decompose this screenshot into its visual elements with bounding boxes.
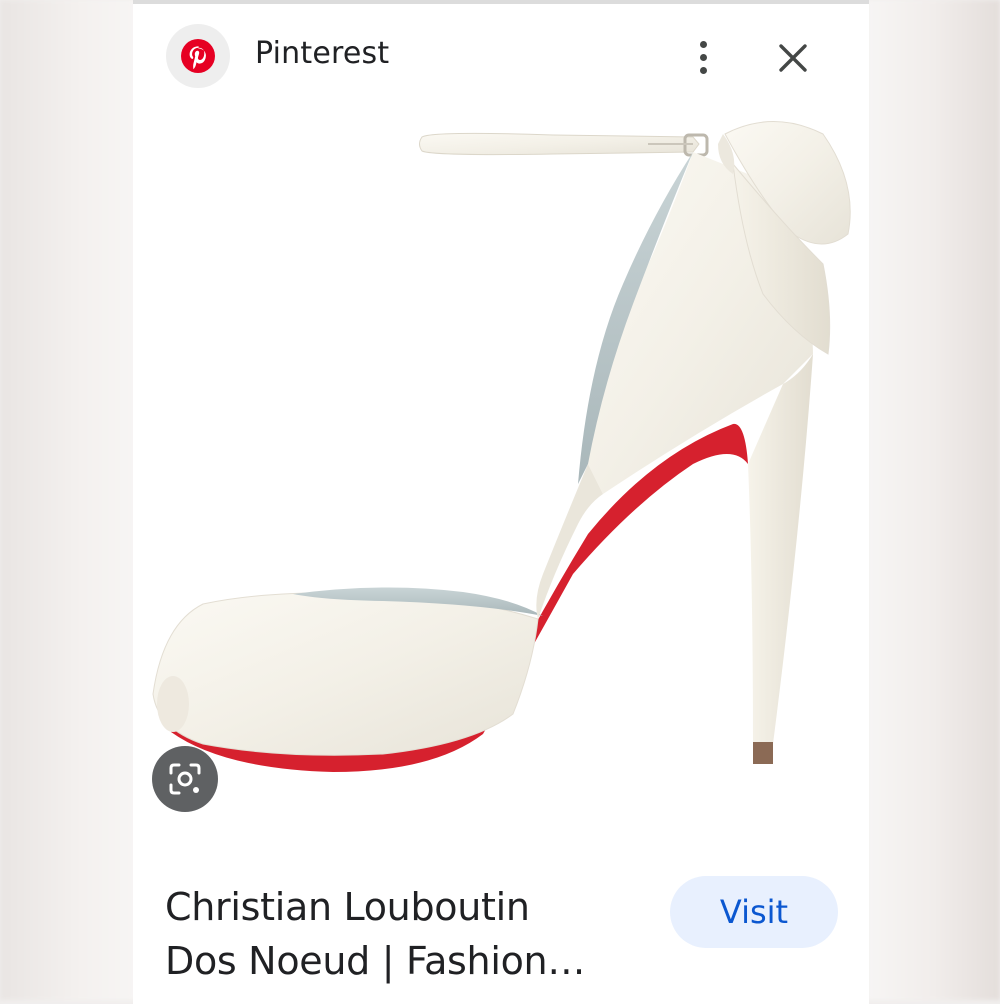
visit-button[interactable]: Visit [670, 876, 838, 948]
google-lens-icon[interactable] [152, 746, 218, 812]
blurred-background-left [0, 0, 136, 1000]
blurred-background-right [868, 0, 1000, 1000]
card-header: Pinterest [133, 4, 869, 104]
result-title[interactable]: Christian Louboutin Dos Noeud | Fashion… [165, 880, 635, 988]
close-icon[interactable] [773, 38, 813, 78]
pinterest-logo-icon[interactable] [166, 24, 230, 88]
source-name[interactable]: Pinterest [255, 36, 389, 71]
more-vert-icon[interactable] [683, 34, 723, 80]
result-title-line2: Dos Noeud | Fashion… [165, 939, 586, 983]
image-result-card: Pinterest Christian Louboutin Dos Noeud … [133, 4, 869, 1004]
result-title-line1: Christian Louboutin [165, 885, 530, 929]
product-image-white-peep-toe-heel[interactable] [133, 104, 869, 864]
